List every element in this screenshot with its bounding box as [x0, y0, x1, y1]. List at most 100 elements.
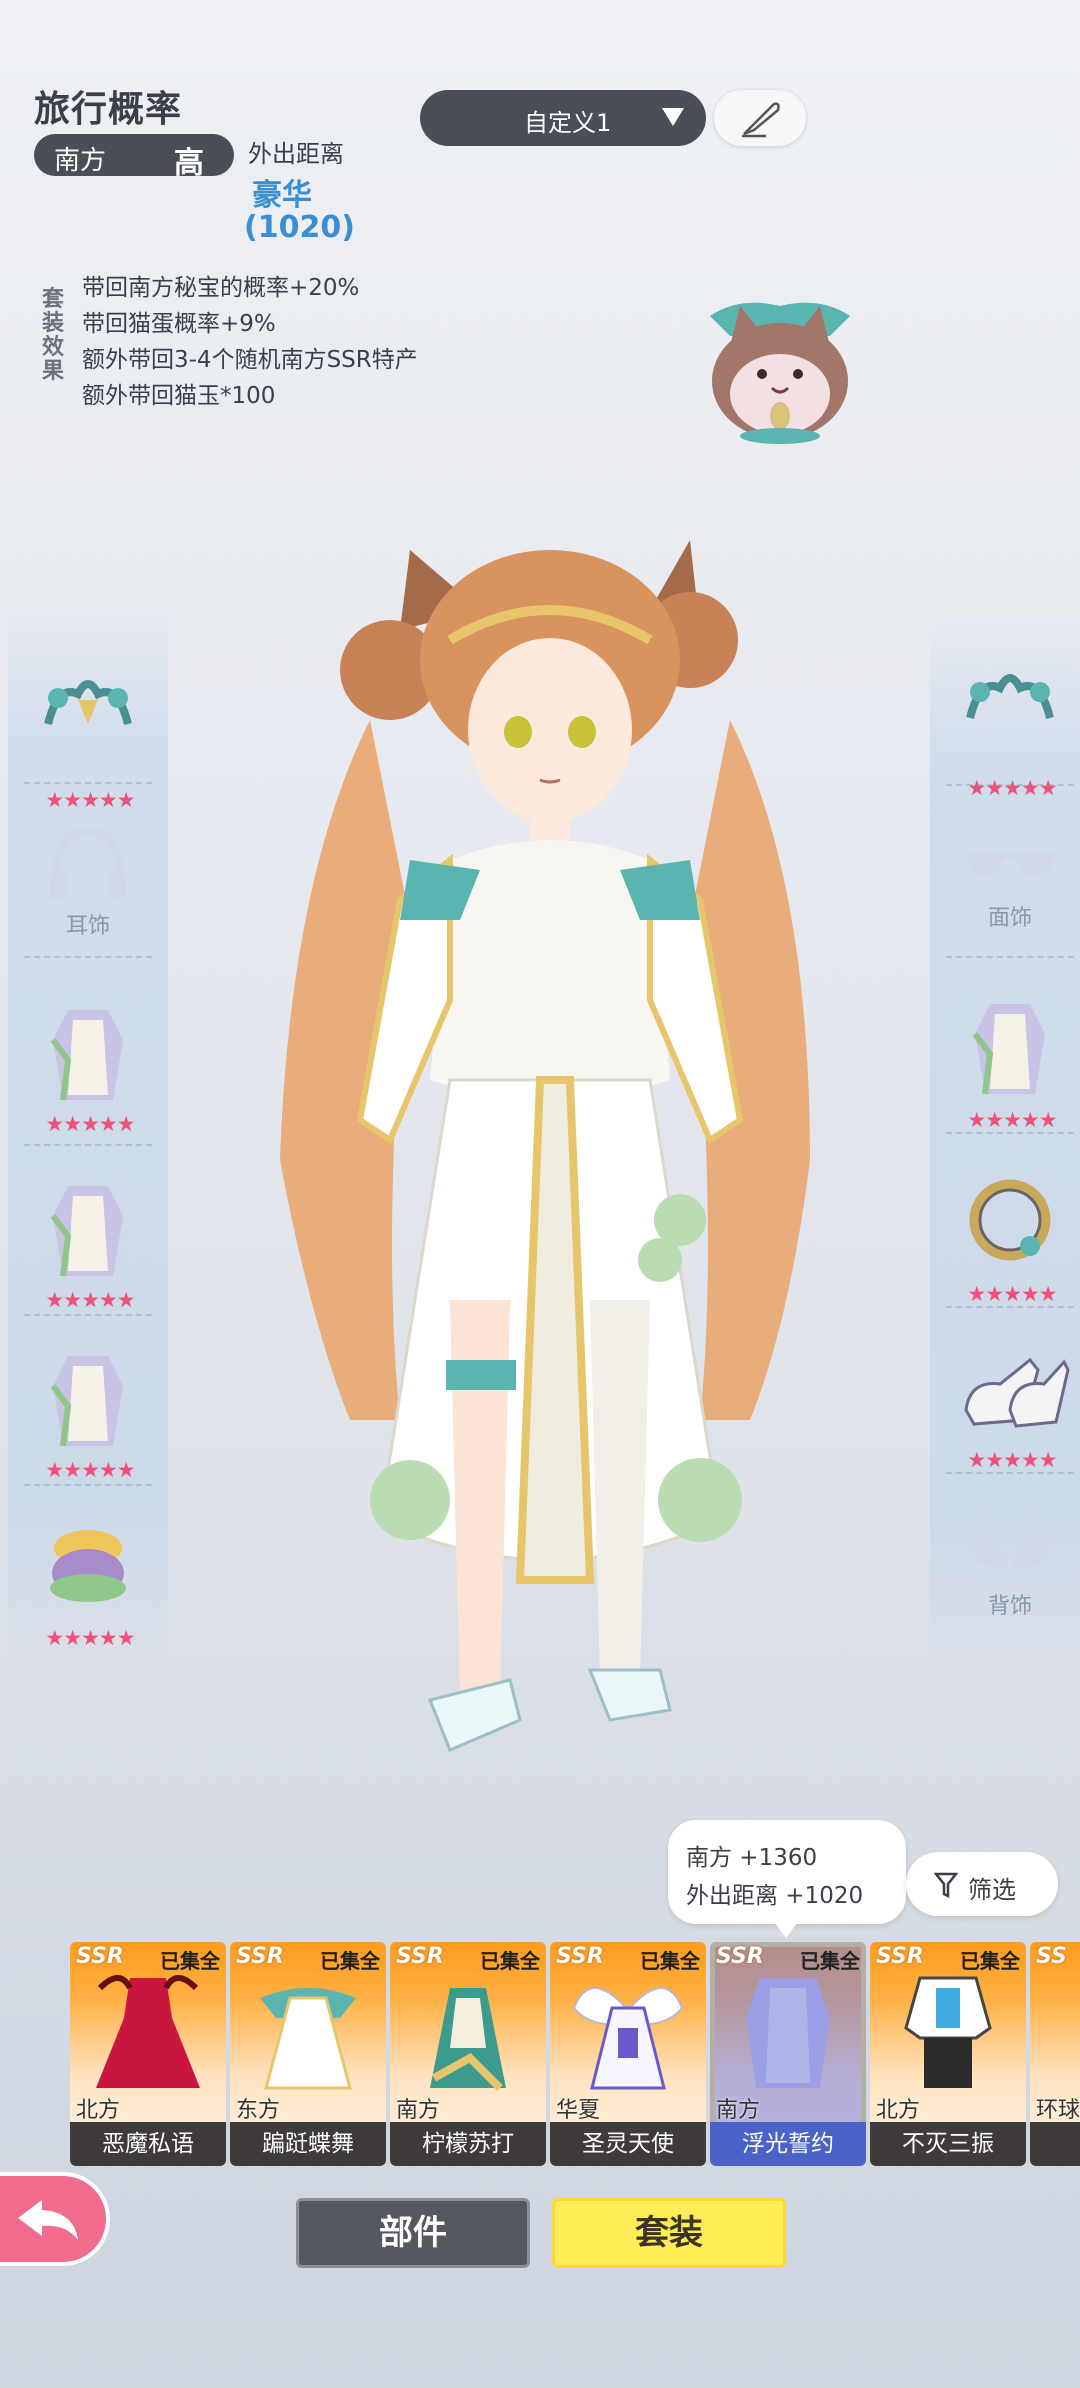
funnel-icon [934, 1872, 958, 1898]
back-button[interactable] [0, 2176, 106, 2262]
collection-status: 已集全 [160, 1949, 220, 1973]
divider [946, 956, 1074, 958]
attribute-tooltip: 南方 +1360 外出距离 +1020 [668, 1820, 906, 1938]
rating-stars: ★★★★★ [45, 1458, 135, 1482]
slot-label-face: 面饰 [987, 906, 1032, 931]
collection-status: 已集全 [480, 1949, 540, 1973]
glasses-icon [964, 852, 1056, 877]
rating-stars: ★★★★★ [967, 1108, 1057, 1132]
region-label: 北方 [76, 2098, 121, 2123]
slot-earring[interactable]: 耳饰 [8, 808, 168, 978]
outfit-card-list[interactable]: SSR 已集全 北方 恶魔私语 SSR 已集全 东方 蹁跹蝶舞 SSR 已集全 … [70, 1942, 1080, 2168]
slot-back[interactable]: 背饰 [930, 1498, 1080, 1668]
outfit-card-partial[interactable]: SS 环球 椛 [1030, 1942, 1080, 2166]
distance-value: (1020) [244, 210, 355, 245]
character-preview[interactable] [250, 520, 850, 1900]
outfit-card-selected[interactable]: SSR 已集全 南方 浮光誓约 [710, 1942, 866, 2166]
rarity-label: SS [1036, 1944, 1067, 1969]
rarity-label: SSR [236, 1944, 284, 1969]
slot-hair-accessory[interactable]: ★★★★★ [930, 648, 1080, 818]
outfit-name: 柠檬苏打 [390, 2122, 546, 2166]
garter-icon [50, 1530, 126, 1602]
slot-shoes[interactable]: ★★★★★ [930, 1330, 1080, 1500]
rarity-label: SSR [876, 1944, 924, 1969]
region-label: 华夏 [556, 2098, 601, 2123]
ring-icon [969, 1179, 1051, 1261]
divider [946, 784, 1074, 786]
filter-button[interactable]: 筛选 [906, 1852, 1058, 1916]
outfit-name: 椛 [1030, 2122, 1080, 2166]
set-effect-list: 带回南方秘宝的概率+20% 带回猫蛋概率+9% 额外带回3-4个随机南方SSR特… [82, 270, 418, 414]
region-label: 南方 [716, 2098, 761, 2123]
set-effect-line: 带回南方秘宝的概率+20% [82, 275, 360, 301]
red-dress-icon [96, 1975, 200, 2088]
jacket-outfit-icon [904, 1976, 992, 2088]
slot-headwear[interactable]: ★★★★★ [8, 654, 168, 824]
outfit-card[interactable]: SSR 已集全 北方 不灭三振 [870, 1942, 1026, 2166]
collection-status: 已集全 [320, 1949, 380, 1973]
divider [946, 1306, 1074, 1308]
direction-probability-badge: 南方 高 [34, 134, 234, 181]
rating-stars: ★★★★★ [45, 1288, 135, 1312]
slot-bracelet[interactable]: ★★★★★ [930, 1160, 1080, 1330]
page-title: 旅行概率 [34, 89, 183, 130]
preset-dropdown[interactable]: 自定义1 [420, 90, 706, 146]
wings-icon [969, 1529, 1051, 1568]
divider [946, 1472, 1074, 1474]
pet-cat-avatar[interactable] [700, 276, 860, 446]
collection-status: 已集全 [960, 1949, 1020, 1973]
divider [24, 1144, 152, 1146]
tab-outfit[interactable]: 套装 [552, 2198, 786, 2268]
rename-preset-button[interactable] [714, 90, 806, 146]
tab-parts[interactable]: 部件 [296, 2198, 530, 2268]
collection-status: 已集全 [640, 1949, 700, 1973]
slot-label-earring: 耳饰 [65, 914, 110, 939]
outfit-card[interactable]: SSR 已集全 南方 柠檬苏打 [390, 1942, 546, 2166]
divider [946, 1132, 1074, 1134]
outfit-name: 浮光誓约 [710, 2122, 866, 2166]
heels-icon [964, 1357, 1070, 1428]
rarity-label: SSR [556, 1944, 604, 1969]
rating-stars: ★★★★★ [967, 776, 1057, 800]
outfit-card[interactable]: SSR 已集全 华夏 圣灵天使 [550, 1942, 706, 2166]
divider [24, 956, 152, 958]
tooltip-tail [774, 1922, 798, 1938]
rating-stars: ★★★★★ [45, 1626, 135, 1650]
region-label: 南方 [396, 2098, 441, 2123]
outfit-dress-icon [50, 1186, 123, 1277]
distance-label: 外出距离 [248, 140, 344, 168]
direction-label: 南方 [54, 146, 107, 176]
rating-stars: ★★★★★ [967, 1448, 1057, 1472]
preset-label: 自定义1 [524, 109, 612, 137]
outfit-name: 不灭三振 [870, 2122, 1026, 2166]
region-label: 东方 [236, 2098, 281, 2123]
rarity-label: SSR [76, 1944, 124, 1969]
slot-outfit[interactable]: ★★★★★ [930, 984, 1080, 1154]
set-effect-tag: 套装效果 [42, 287, 65, 384]
slot-label-back: 背饰 [987, 1594, 1032, 1619]
slot-socks[interactable]: ★★★★★ [8, 1508, 168, 1678]
set-effect-line: 带回猫蛋概率+9% [82, 311, 276, 337]
slot-top[interactable]: ★★★★★ [8, 990, 168, 1160]
divider [24, 1314, 152, 1316]
outfit-icon [972, 1004, 1045, 1095]
outfit-card[interactable]: SSR 已集全 东方 蹁跹蝶舞 [230, 1942, 386, 2166]
slot-bottom[interactable]: ★★★★★ [8, 1336, 168, 1506]
rarity-label: SSR [396, 1944, 444, 1969]
slot-dress[interactable]: ★★★★★ [8, 1166, 168, 1336]
headwear-icon [44, 680, 132, 726]
collection-status: 已集全 [800, 1949, 860, 1973]
outfit-card[interactable]: SSR 已集全 北方 恶魔私语 [70, 1942, 226, 2166]
outfit-name: 圣灵天使 [550, 2122, 706, 2166]
divider [24, 1484, 152, 1486]
outfit-name: 恶魔私语 [70, 2122, 226, 2166]
rating-stars: ★★★★★ [45, 788, 135, 812]
feather-pen-icon [742, 102, 780, 138]
headphones-icon [50, 827, 126, 900]
rating-stars: ★★★★★ [967, 1282, 1057, 1306]
tooltip-line-distance: 外出距离 +1020 [686, 1883, 864, 1909]
left-slot-column: ★★★★★ 耳饰 ★★★★★ ★★★★★ ★★★★★ ★★★★★ [8, 600, 168, 1660]
rarity-label: SSR [716, 1944, 764, 1969]
set-effect-line: 额外带回3-4个随机南方SSR特产 [82, 347, 418, 373]
return-arrow-icon [18, 2200, 78, 2240]
